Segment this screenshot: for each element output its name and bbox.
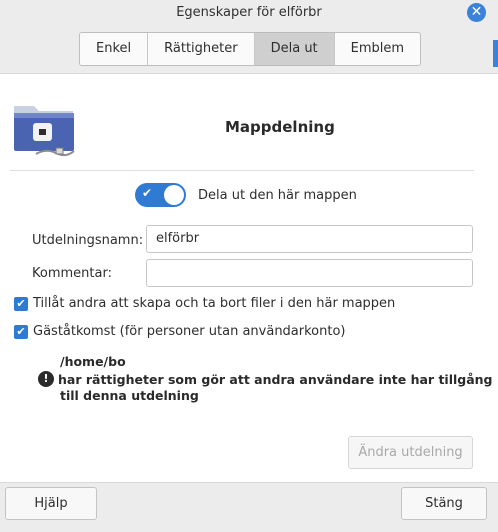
toggle-knob xyxy=(164,185,184,205)
tab-emblem[interactable]: Emblem xyxy=(334,33,421,65)
guest-access-label: Gäståtkomst (för personer utan användark… xyxy=(33,324,346,339)
title-bar: Egenskaper för elförbr ✕ xyxy=(0,0,498,26)
share-name-input[interactable]: elförbr xyxy=(146,225,473,253)
tab-dela-ut[interactable]: Dela ut xyxy=(254,33,335,65)
allow-others-label: Tillåt andra att skapa och ta bort filer… xyxy=(33,296,396,311)
guest-access-option[interactable]: ✔ Gäståtkomst (för personer utan använda… xyxy=(14,324,346,339)
section-heading: Mappdelning xyxy=(225,118,335,136)
window-title: Egenskaper för elförbr xyxy=(176,5,322,20)
allow-others-option[interactable]: ✔ Tillåt andra att skapa och ta bort fil… xyxy=(14,296,395,311)
help-button[interactable]: Hjälp xyxy=(5,487,97,520)
share-folder-label: Dela ut den här mappen xyxy=(198,188,357,203)
share-folder-toggle[interactable]: ✔ xyxy=(135,183,186,207)
close-button[interactable]: Stäng xyxy=(401,487,487,520)
tab-bar: Enkel Rättigheter Dela ut Emblem xyxy=(79,32,422,66)
warning-text-line2: till denna utdelning xyxy=(60,388,199,403)
warning-path: /home/bo xyxy=(60,354,126,369)
background-window-edge xyxy=(493,40,498,67)
sharing-panel: Mappdelning ✔ Dela ut den här mappen Utd… xyxy=(0,73,498,483)
close-window-button[interactable]: ✕ xyxy=(467,3,486,22)
comment-label: Kommentar: xyxy=(32,266,112,281)
divider xyxy=(10,170,474,171)
comment-input[interactable] xyxy=(146,259,473,287)
share-name-label: Utdelningsnamn: xyxy=(32,233,144,248)
tab-rattigheter[interactable]: Rättigheter xyxy=(148,33,255,65)
check-icon: ✔ xyxy=(142,186,153,200)
shared-folder-icon xyxy=(14,106,75,157)
guest-access-checkbox[interactable]: ✔ xyxy=(14,324,28,339)
modify-share-button[interactable]: Ändra utdelning xyxy=(348,436,473,469)
tab-enkel[interactable]: Enkel xyxy=(80,33,149,65)
warning-icon: ! xyxy=(38,371,54,387)
warning-text-line1: har rättigheter som gör att andra använd… xyxy=(58,372,493,387)
allow-others-checkbox[interactable]: ✔ xyxy=(14,296,28,311)
